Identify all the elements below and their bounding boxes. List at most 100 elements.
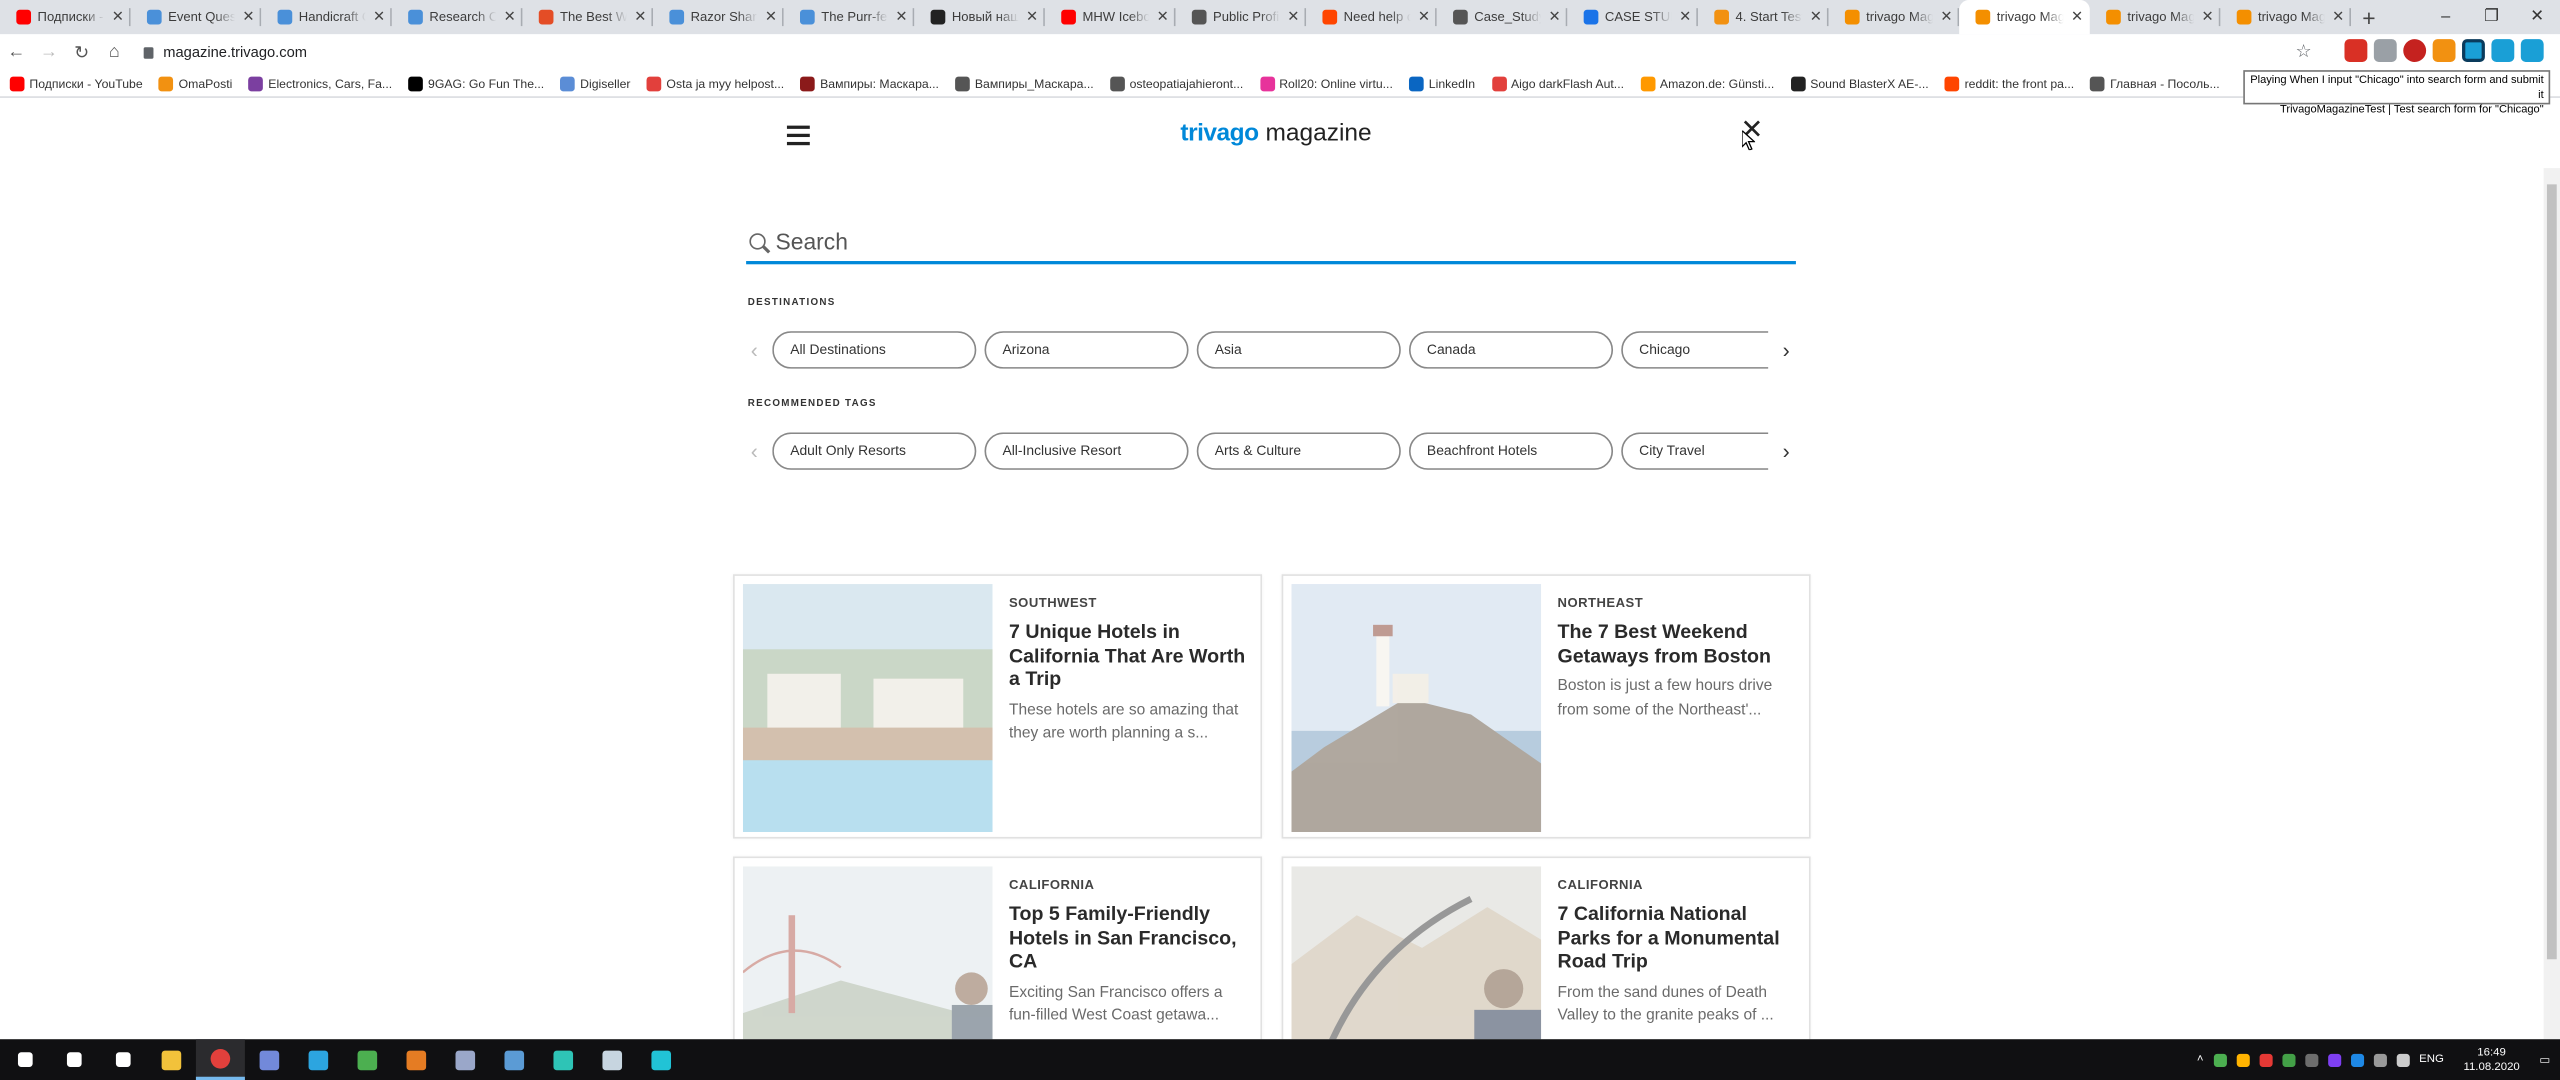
browser-tab[interactable]: Public Profil ✕: [1176, 0, 1307, 34]
tray-app-icon[interactable]: [2304, 1053, 2318, 1067]
taskbar-steam-button[interactable]: [588, 1039, 637, 1080]
taskbar-app-notes-button[interactable]: [441, 1039, 490, 1080]
tab-close-icon[interactable]: ✕: [1679, 8, 1691, 26]
bookmark-item[interactable]: Aigo darkFlash Aut...: [1491, 75, 1624, 91]
restore-button[interactable]: ❐: [2469, 8, 2515, 26]
clock[interactable]: 16:49 11.08.2020: [2463, 1045, 2519, 1074]
bookmark-item[interactable]: Вампиры_Маскара...: [955, 75, 1094, 91]
browser-tab[interactable]: Case_Study ✕: [1437, 0, 1568, 34]
bookmark-item[interactable]: osteopatiajahieront...: [1109, 75, 1243, 91]
tray-app-icon[interactable]: [2213, 1053, 2227, 1067]
extension-icon[interactable]: [2432, 39, 2456, 62]
tab-close-icon[interactable]: ✕: [1810, 8, 1822, 26]
extension-icon[interactable]: [2403, 39, 2427, 62]
minimize-button[interactable]: –: [2423, 8, 2469, 26]
tag-chip[interactable]: All-Inclusive Resort: [984, 431, 1189, 470]
window-close-button[interactable]: ✕: [2514, 8, 2560, 26]
taskbar-file-explorer-button[interactable]: [147, 1039, 196, 1080]
taskbar-telegram-button[interactable]: [294, 1039, 343, 1080]
tab-close-icon[interactable]: ✕: [504, 8, 516, 26]
article-title[interactable]: The 7 Best Weekend Getaways from Boston: [1558, 620, 1796, 668]
tag-chip[interactable]: Beachfront Hotels: [1408, 431, 1614, 470]
tab-close-icon[interactable]: ✕: [1026, 8, 1038, 26]
bookmark-item[interactable]: Digiseller: [560, 75, 631, 91]
bookmark-item[interactable]: Главная - Посоль...: [2090, 75, 2220, 91]
tag-chip[interactable]: Adult Only Resorts: [772, 431, 977, 470]
bookmark-item[interactable]: Osta ja myy helpost...: [646, 75, 784, 91]
browser-tab[interactable]: Need help o ✕: [1306, 0, 1437, 34]
browser-tab[interactable]: Handicraft C ✕: [261, 0, 392, 34]
scrollbar-thumb[interactable]: [2546, 184, 2557, 960]
browser-tab[interactable]: trivago Mag ✕: [1959, 0, 2090, 35]
destination-chip[interactable]: Asia: [1196, 330, 1401, 368]
browser-tab[interactable]: Подписки - YouTube ✕: [0, 0, 131, 34]
article-card[interactable]: CALIFORNIA Top 5 Family-Friendly Hotels …: [733, 856, 1263, 1040]
taskbar-search-button[interactable]: [49, 1039, 98, 1080]
tab-close-icon[interactable]: ✕: [2202, 8, 2214, 26]
browser-tab[interactable]: trivago Mag ✕: [1829, 0, 1960, 34]
bookmark-item[interactable]: LinkedIn: [1409, 75, 1475, 91]
taskbar-windows-start-button[interactable]: [0, 1039, 49, 1080]
taskbar-task-view-button[interactable]: [98, 1039, 147, 1080]
tab-close-icon[interactable]: ✕: [373, 8, 385, 26]
taskbar-app-green-button[interactable]: [343, 1039, 392, 1080]
taskbar-app-chart-button[interactable]: [392, 1039, 441, 1080]
tray-app-icon[interactable]: [2281, 1053, 2295, 1067]
destinations-prev-icon[interactable]: ‹: [743, 337, 766, 361]
volume-icon[interactable]: [2396, 1053, 2410, 1067]
tag-chip[interactable]: Arts & Culture: [1196, 431, 1401, 470]
forward-icon[interactable]: →: [33, 42, 66, 62]
language-indicator[interactable]: ENG: [2419, 1054, 2444, 1065]
browser-tab[interactable]: Razor Sharp ✕: [653, 0, 784, 34]
browser-tab[interactable]: The Purr-fec ✕: [784, 0, 915, 34]
browser-tab[interactable]: Research Co ✕: [392, 0, 523, 34]
article-image-national-park[interactable]: [1291, 866, 1542, 1040]
taskbar-discord-button[interactable]: [245, 1039, 294, 1080]
bookmark-item[interactable]: 9GAG: Go Fun The...: [408, 75, 544, 91]
tab-close-icon[interactable]: ✕: [2071, 8, 2083, 26]
tab-close-icon[interactable]: ✕: [634, 8, 646, 26]
network-icon[interactable]: [2373, 1053, 2387, 1067]
article-card[interactable]: NORTHEAST The 7 Best Weekend Getaways fr…: [1281, 574, 1811, 839]
browser-tab[interactable]: trivago Mag ✕: [2220, 0, 2352, 34]
destination-chip[interactable]: All Destinations: [772, 330, 977, 368]
back-icon[interactable]: ←: [0, 42, 33, 62]
address-bar[interactable]: magazine.trivago.com: [143, 44, 307, 60]
tab-close-icon[interactable]: ✕: [242, 8, 254, 26]
page-scrollbar[interactable]: [2543, 168, 2560, 1040]
bookmark-item[interactable]: Подписки - YouTube: [9, 75, 143, 91]
taskbar-app-window-button[interactable]: [490, 1039, 539, 1080]
tab-close-icon[interactable]: ✕: [1418, 8, 1430, 26]
tab-close-icon[interactable]: ✕: [1940, 8, 1952, 26]
extension-recorder-icon[interactable]: [2462, 39, 2485, 62]
article-image-hotel-pool[interactable]: [742, 584, 993, 833]
bookmark-item[interactable]: Sound BlasterX AE-...: [1790, 75, 1929, 91]
tab-close-icon[interactable]: ✕: [1157, 8, 1169, 26]
bookmark-item[interactable]: Roll20: Online virtu...: [1259, 75, 1393, 91]
search-field[interactable]: [746, 220, 1796, 265]
tab-close-icon[interactable]: ✕: [895, 8, 907, 26]
taskbar-app-teal-button[interactable]: [539, 1039, 588, 1080]
tag-chip[interactable]: City Travel: [1621, 431, 1769, 470]
destination-chip[interactable]: Canada: [1408, 330, 1614, 368]
tab-close-icon[interactable]: ✕: [1287, 8, 1299, 26]
article-title[interactable]: 7 Unique Hotels in California That Are W…: [1009, 620, 1247, 691]
bookmark-item[interactable]: Amazon.de: Günsti...: [1640, 75, 1774, 91]
browser-tab[interactable]: 4. Start Test ✕: [1698, 0, 1829, 34]
article-card[interactable]: CALIFORNIA 7 California National Parks f…: [1281, 856, 1811, 1040]
bookmark-item[interactable]: Вампиры: Маскара...: [800, 75, 939, 91]
tray-chevron-icon[interactable]: ˄: [2197, 1054, 2204, 1065]
browser-tab[interactable]: CASE STUD ✕: [1567, 0, 1698, 34]
destinations-next-icon[interactable]: ›: [1775, 337, 1798, 361]
bluetooth-icon[interactable]: [2350, 1053, 2364, 1067]
tab-close-icon[interactable]: ✕: [112, 8, 124, 26]
taskbar-chrome-button[interactable]: [195, 1039, 245, 1080]
article-card[interactable]: SOUTHWEST 7 Unique Hotels in California …: [733, 574, 1263, 839]
home-icon[interactable]: ⌂: [98, 42, 131, 62]
tab-close-icon[interactable]: ✕: [765, 8, 777, 26]
menu-icon[interactable]: [786, 125, 810, 146]
browser-tab[interactable]: trivago Mag ✕: [2090, 0, 2221, 34]
tags-prev-icon[interactable]: ‹: [743, 438, 766, 462]
tray-app-icon[interactable]: [2327, 1053, 2341, 1067]
search-input[interactable]: [775, 227, 1756, 254]
